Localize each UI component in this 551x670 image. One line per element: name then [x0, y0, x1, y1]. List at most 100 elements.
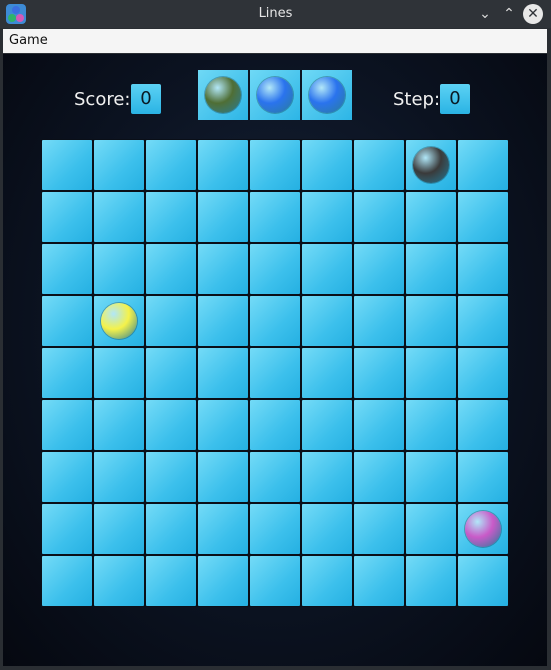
board-cell[interactable] — [458, 140, 508, 190]
board-cell[interactable] — [458, 348, 508, 398]
board-cell[interactable] — [302, 504, 352, 554]
board-cell[interactable] — [458, 192, 508, 242]
board-cell[interactable] — [42, 504, 92, 554]
board-cell[interactable] — [302, 140, 352, 190]
board-cell[interactable] — [42, 400, 92, 450]
board-cell[interactable] — [94, 504, 144, 554]
board-cell[interactable] — [458, 296, 508, 346]
board-cell[interactable] — [198, 400, 248, 450]
board-cell[interactable] — [302, 296, 352, 346]
lines-window: Lines ⌄ ⌃ ✕ Game Score: 0 Step: 0 — [0, 0, 551, 670]
board-cell[interactable] — [250, 244, 300, 294]
board-cell[interactable] — [302, 452, 352, 502]
board-cell[interactable] — [94, 400, 144, 450]
board-cell[interactable] — [406, 504, 456, 554]
board-cell[interactable] — [354, 348, 404, 398]
board-cell[interactable] — [146, 556, 196, 606]
board-cell[interactable] — [146, 504, 196, 554]
board-cell[interactable] — [42, 348, 92, 398]
board-cell[interactable] — [250, 348, 300, 398]
board-cell[interactable] — [94, 192, 144, 242]
board-cell[interactable] — [406, 192, 456, 242]
ball-yellow[interactable] — [101, 303, 137, 339]
board-cell[interactable] — [42, 556, 92, 606]
board-cell[interactable] — [42, 452, 92, 502]
board-cell[interactable] — [250, 140, 300, 190]
board-cell[interactable] — [302, 556, 352, 606]
board-cell[interactable] — [146, 296, 196, 346]
board-cell[interactable] — [354, 556, 404, 606]
board-cell[interactable] — [198, 192, 248, 242]
board-cell[interactable] — [94, 556, 144, 606]
board-cell[interactable] — [146, 140, 196, 190]
next-ball-slot — [250, 70, 300, 120]
board-cell[interactable] — [406, 244, 456, 294]
board-cell[interactable] — [302, 348, 352, 398]
board-cell[interactable] — [354, 296, 404, 346]
board-cell[interactable] — [146, 244, 196, 294]
board-cell[interactable] — [250, 296, 300, 346]
board-cell[interactable] — [146, 348, 196, 398]
board-cell[interactable] — [406, 400, 456, 450]
game-board — [41, 139, 509, 607]
menu-bar: Game — [3, 29, 547, 53]
board-cell[interactable] — [458, 452, 508, 502]
board-cell[interactable] — [198, 348, 248, 398]
board-cell[interactable] — [94, 140, 144, 190]
board-cell[interactable] — [250, 452, 300, 502]
board-cell[interactable] — [354, 140, 404, 190]
board-cell[interactable] — [250, 504, 300, 554]
step-value: 0 — [440, 84, 470, 114]
board-cell[interactable] — [458, 556, 508, 606]
board-cell[interactable] — [302, 192, 352, 242]
board-cell[interactable] — [42, 244, 92, 294]
board-cell[interactable] — [406, 296, 456, 346]
board-cell[interactable] — [250, 192, 300, 242]
board-cell[interactable] — [302, 400, 352, 450]
board-cell[interactable] — [198, 140, 248, 190]
board-cell[interactable] — [458, 400, 508, 450]
board-cell[interactable] — [94, 296, 144, 346]
board-cell[interactable] — [146, 452, 196, 502]
board-cell[interactable] — [198, 452, 248, 502]
menu-game[interactable]: Game — [9, 33, 48, 48]
board-cell[interactable] — [354, 244, 404, 294]
close-icon[interactable]: ✕ — [523, 4, 543, 24]
board-cell[interactable] — [354, 192, 404, 242]
board-cell[interactable] — [406, 140, 456, 190]
board-cell[interactable] — [458, 504, 508, 554]
title-bar[interactable]: Lines ⌄ ⌃ ✕ — [0, 0, 551, 28]
board-cell[interactable] — [94, 452, 144, 502]
board-cell[interactable] — [42, 296, 92, 346]
board-cell[interactable] — [146, 192, 196, 242]
score-value: 0 — [131, 84, 161, 114]
board-cell[interactable] — [458, 244, 508, 294]
board-cell[interactable] — [354, 504, 404, 554]
board-cell[interactable] — [94, 244, 144, 294]
board-cell[interactable] — [250, 556, 300, 606]
next-ball — [257, 77, 293, 113]
board-cell[interactable] — [406, 348, 456, 398]
board-cell[interactable] — [406, 452, 456, 502]
board-cell[interactable] — [198, 504, 248, 554]
next-ball — [309, 77, 345, 113]
board-cell[interactable] — [146, 400, 196, 450]
board-cell[interactable] — [42, 140, 92, 190]
board-cell[interactable] — [354, 452, 404, 502]
ball-black[interactable] — [413, 147, 449, 183]
board-cell[interactable] — [94, 348, 144, 398]
board-cell[interactable] — [250, 400, 300, 450]
maximize-icon[interactable]: ⌃ — [499, 4, 519, 24]
board-cell[interactable] — [198, 244, 248, 294]
board-cell[interactable] — [198, 556, 248, 606]
score-label: Score: — [74, 89, 131, 110]
board-cell[interactable] — [198, 296, 248, 346]
board-cell[interactable] — [302, 244, 352, 294]
board-cell[interactable] — [406, 556, 456, 606]
board-cell[interactable] — [42, 192, 92, 242]
next-ball — [205, 77, 241, 113]
minimize-icon[interactable]: ⌄ — [475, 4, 495, 24]
window-title: Lines — [258, 6, 293, 21]
ball-magenta[interactable] — [465, 511, 501, 547]
board-cell[interactable] — [354, 400, 404, 450]
